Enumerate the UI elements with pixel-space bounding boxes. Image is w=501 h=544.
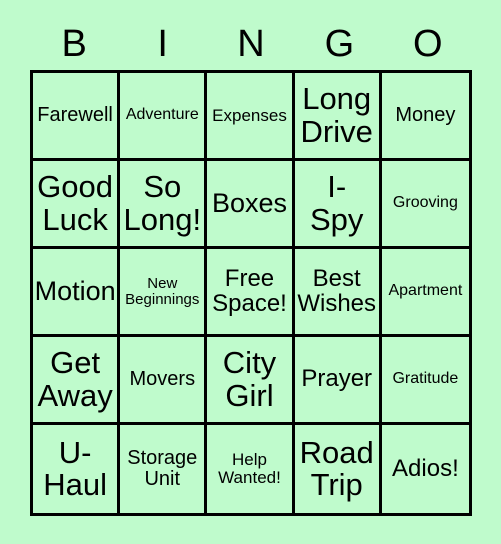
bingo-grid: Farewell Adventure Expenses Long Drive Money… (30, 70, 472, 516)
bingo-cell-label: Apartment (388, 282, 463, 300)
bingo-cell[interactable]: Best Wishes (294, 249, 382, 337)
bingo-cell[interactable]: Free Space! (207, 249, 295, 337)
bingo-cell-label: Get Away (37, 345, 113, 413)
bingo-cell-label: Free Space! (212, 264, 287, 317)
bingo-cell-label: Money (395, 104, 456, 127)
bingo-cell[interactable]: Expenses (207, 73, 295, 161)
bingo-header: B I N G O (30, 18, 472, 70)
bingo-cell[interactable]: Adventure (120, 73, 208, 161)
header-letter-o: O (413, 23, 443, 65)
bingo-cell[interactable]: Money (381, 73, 469, 161)
bingo-cell[interactable]: Storage Unit (120, 425, 208, 513)
bingo-cell-label: I- Spy (309, 169, 364, 237)
bingo-cell[interactable]: Get Away (33, 337, 121, 425)
bingo-cell-label: Gratitude (392, 370, 459, 388)
header-letter-b: B (61, 23, 87, 65)
bingo-cell-label: Best Wishes (297, 264, 377, 317)
bingo-cell-label: Storage Unit (127, 447, 198, 490)
bingo-cell[interactable]: Help Wanted! (207, 425, 295, 513)
bingo-cell-label: Help Wanted! (218, 450, 281, 487)
bingo-cell-label: New Beginnings (125, 274, 200, 308)
bingo-cell-label: Expenses (212, 105, 287, 125)
bingo-cell-label: Grooving (392, 194, 458, 212)
bingo-cell[interactable]: U- Haul (33, 425, 121, 513)
bingo-cell-label: So Long! (123, 169, 202, 237)
header-letter-i: I (157, 23, 168, 65)
bingo-cell-label: Prayer (301, 365, 373, 393)
bingo-cell[interactable]: Long Drive (294, 73, 382, 161)
header-letter-g: G (324, 23, 355, 65)
bingo-cell-label: U- Haul (43, 434, 107, 502)
bingo-cell[interactable]: Farewell (33, 73, 121, 161)
bingo-cell-label: Motion (34, 276, 116, 307)
bingo-cell[interactable]: Grooving (381, 161, 469, 249)
bingo-cell-label: Boxes (211, 188, 288, 219)
bingo-cell[interactable]: Motion (33, 249, 121, 337)
bingo-cell-label: Adventure (125, 106, 199, 124)
bingo-cell[interactable]: Adios! (381, 425, 469, 513)
bingo-cell-label: Movers (129, 368, 196, 391)
bingo-cell[interactable]: Apartment (381, 249, 469, 337)
bingo-cell[interactable]: Movers (120, 337, 208, 425)
bingo-cell[interactable]: So Long! (120, 161, 208, 249)
bingo-cell[interactable]: Road Trip (294, 425, 382, 513)
bingo-cell[interactable]: City Girl (207, 337, 295, 425)
bingo-cell[interactable]: Good Luck (33, 161, 121, 249)
bingo-cell-label: Adios! (392, 454, 459, 482)
bingo-cell[interactable]: I- Spy (294, 161, 382, 249)
bingo-cell-label: Farewell (37, 104, 113, 127)
bingo-cell-label: Road Trip (299, 434, 374, 502)
header-letter-n: N (237, 23, 265, 65)
bingo-cell[interactable]: Gratitude (381, 337, 469, 425)
bingo-cell[interactable]: Boxes (207, 161, 295, 249)
bingo-card: B I N G O Farewell Adventure Expenses Long … (0, 0, 501, 544)
bingo-cell[interactable]: Prayer (294, 337, 382, 425)
bingo-cell-label: City Girl (222, 345, 277, 413)
bingo-cell[interactable]: New Beginnings (120, 249, 208, 337)
bingo-cell-label: Long Drive (300, 81, 373, 149)
bingo-cell-label: Good Luck (37, 169, 114, 237)
